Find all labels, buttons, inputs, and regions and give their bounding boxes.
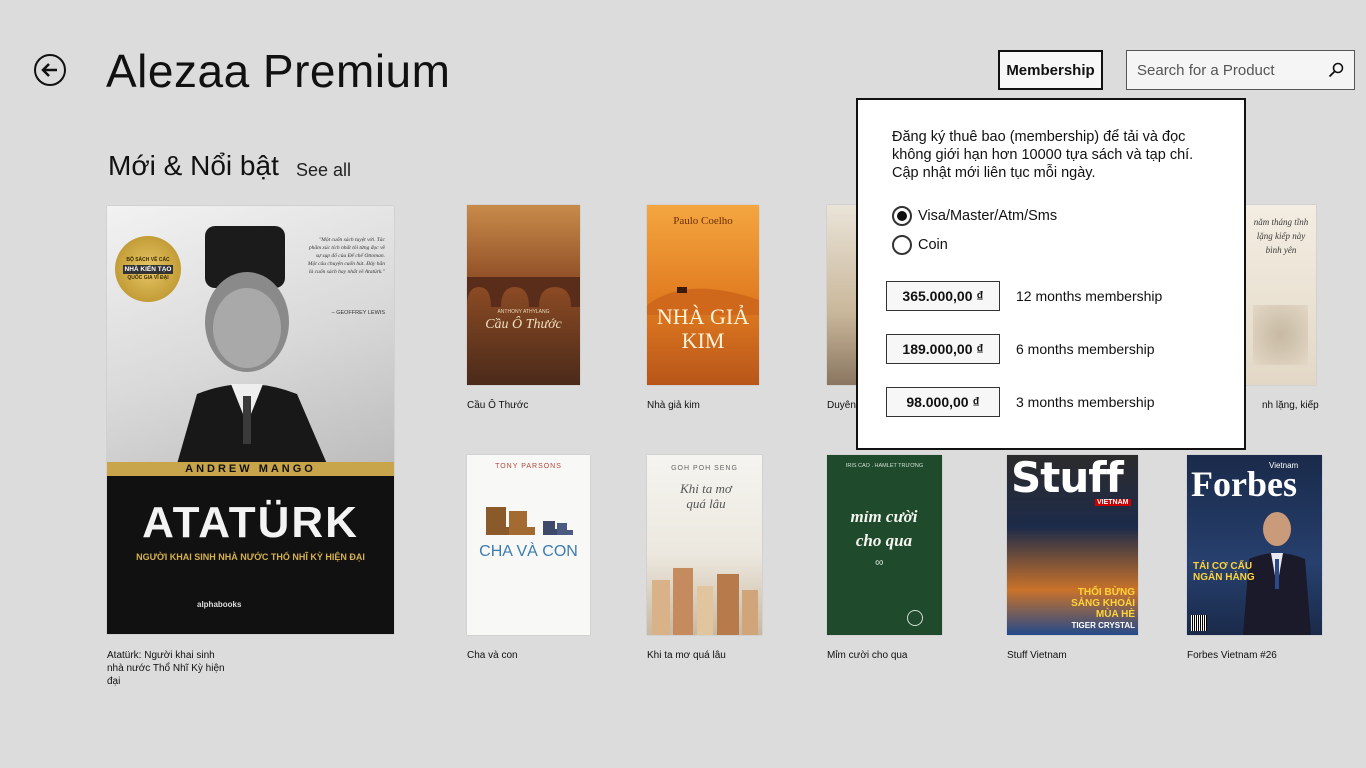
- bridge-image: [467, 277, 580, 307]
- cover-author: ANDREW MANGO: [185, 463, 316, 475]
- book-cover-cau-o-thuoc[interactable]: ANTHONY ATHYLANG Cầu Ô Thước: [467, 205, 580, 385]
- cover-title: Stuff: [1011, 455, 1124, 502]
- publisher-logo: [907, 610, 923, 626]
- search-box: [1126, 50, 1355, 90]
- city-sketch-image: [652, 568, 758, 635]
- price-button-6-months[interactable]: 189.000,00 ₫: [886, 334, 1000, 364]
- membership-popup: Đăng ký thuê bao (membership) để tải và …: [856, 98, 1246, 450]
- cover-publisher: alphabooks: [197, 600, 242, 609]
- cover-headline: TÁI CƠ CẤU NGÂN HÀNG: [1193, 561, 1255, 583]
- cover-tag: TIGER CRYSTAL: [1071, 621, 1135, 630]
- cover-title: Khi ta mơ quá lâu: [680, 481, 732, 511]
- book-caption: Duyên: [827, 400, 856, 411]
- radio-unselected-icon: [892, 235, 912, 255]
- cover-author: Paulo Coelho: [673, 215, 733, 227]
- cover-title: mỉm cười cho qua: [850, 507, 918, 550]
- cover-title: ATATÜRK: [142, 498, 359, 547]
- section-title: Mới & Nổi bật: [108, 150, 279, 181]
- badge-line-1: BỘ SÁCH VỀ CÁC: [126, 256, 170, 263]
- book-caption: nh lặng, kiếp: [1262, 400, 1319, 411]
- plan-label-6-months: 6 months membership: [1016, 341, 1155, 357]
- book-caption: Mỉm cười cho qua: [827, 650, 908, 661]
- book-caption: Cha và con: [467, 650, 518, 661]
- badge-line-2: NHÀ KIẾN TẠO: [122, 264, 174, 274]
- payment-option-visa[interactable]: Visa/Master/Atm/Sms: [892, 206, 1057, 226]
- book-cover-khi-ta-mo-qua-lau[interactable]: GOH POH SENG Khi ta mơ quá lâu: [647, 455, 762, 635]
- cover-headline: THỔI BỪNG SẢNG KHOÁI MÙA HÈ: [1071, 587, 1135, 620]
- cover-author: TONY PARSONS: [495, 463, 562, 470]
- award-badge: BỘ SÁCH VỀ CÁC NHÀ KIẾN TẠO QUỐC GIA VĨ …: [115, 236, 181, 302]
- book-caption: Nhà giả kim: [647, 400, 700, 411]
- cover-author: ANTHONY ATHYLANG: [497, 309, 550, 315]
- cover-author-band: ANDREW MANGO: [107, 462, 394, 476]
- price-button-12-months[interactable]: 365.000,00 ₫: [886, 281, 1000, 311]
- cover-title: NHÀ GIẢ KIM: [656, 304, 750, 353]
- book-caption: Cầu Ô Thước: [467, 400, 529, 411]
- cover-quote: "Một cuốn sách tuyệt vời. Tác phẩm xúc t…: [307, 237, 385, 275]
- cover-title: Cầu Ô Thước: [485, 317, 562, 332]
- back-button[interactable]: [34, 54, 66, 86]
- payment-option-label: Visa/Master/Atm/Sms: [918, 208, 1058, 224]
- cover-subtitle: NGƯỜI KHAI SINH NHÀ NƯỚC THỔ NHĨ KỲ HIỆN…: [136, 552, 365, 562]
- boots-image: [486, 507, 573, 535]
- cover-author: IRIS CAO . HAMLET TRƯƠNG: [845, 463, 924, 469]
- featured-book-cover[interactable]: BỘ SÁCH VỀ CÁC NHÀ KIẾN TẠO QUỐC GIA VĨ …: [107, 206, 394, 634]
- book-cover-nam-thang-tinh-lang[interactable]: năm tháng tĩnh lặng kiếp này bình yên: [1245, 205, 1316, 385]
- cover-title: Forbes: [1191, 464, 1297, 504]
- cover-author: GOH POH SENG: [671, 465, 738, 472]
- page-title: Alezaa Premium: [106, 45, 451, 97]
- price-button-3-months[interactable]: 98.000,00 ₫: [886, 387, 1000, 417]
- fish-icon: ∞: [875, 555, 884, 569]
- book-caption: Forbes Vietnam #26: [1187, 650, 1277, 661]
- featured-book-caption: Atatürk: Người khai sinh nhà nước Thổ Nh…: [107, 650, 225, 687]
- book-cover-nha-gia-kim[interactable]: Paulo Coelho NHÀ GIẢ KIM: [647, 205, 759, 385]
- see-all-link[interactable]: See all: [296, 160, 351, 181]
- cover-quote-author: – GEOFFREY LEWIS: [331, 310, 385, 316]
- search-icon[interactable]: [1318, 51, 1354, 89]
- badge-line-3: QUỐC GIA VĨ ĐẠI: [127, 274, 169, 281]
- book-cover-duyen[interactable]: [827, 205, 856, 385]
- book-cover-mim-cuoi-cho-qua[interactable]: IRIS CAO . HAMLET TRƯƠNG mỉm cười cho qu…: [827, 455, 942, 635]
- cover-art: [1253, 305, 1308, 365]
- plan-label-12-months: 12 months membership: [1016, 288, 1163, 304]
- magazine-cover-stuff-vietnam[interactable]: Stuff VIETNAM THỔI BỪNG SẢNG KHOÁI MÙA H…: [1007, 455, 1138, 635]
- payment-option-coin[interactable]: Coin: [892, 235, 948, 255]
- cover-title: CHA VÀ CON: [479, 543, 578, 560]
- membership-button[interactable]: Membership: [998, 50, 1103, 90]
- plan-label-3-months: 3 months membership: [1016, 394, 1155, 410]
- magazine-cover-forbes-vietnam[interactable]: Vietnam Forbes TÁI CƠ CẤU NGÂN HÀNG: [1187, 455, 1322, 635]
- membership-description: Đăng ký thuê bao (membership) để tải và …: [892, 129, 1194, 181]
- cover-title: năm tháng tĩnh lặng kiếp này bình yên: [1253, 217, 1309, 255]
- search-input[interactable]: [1127, 61, 1318, 79]
- book-caption: Khi ta mơ quá lâu: [647, 650, 726, 661]
- book-cover-cha-va-con[interactable]: TONY PARSONS CHA VÀ CON: [467, 455, 590, 635]
- barcode-icon: [1191, 615, 1207, 631]
- radio-selected-icon: [892, 206, 912, 226]
- payment-option-label: Coin: [918, 237, 948, 253]
- book-caption: Stuff Vietnam: [1007, 650, 1067, 661]
- arrow-left-icon: [41, 63, 57, 77]
- cover-subtitle: VIETNAM: [1095, 499, 1131, 506]
